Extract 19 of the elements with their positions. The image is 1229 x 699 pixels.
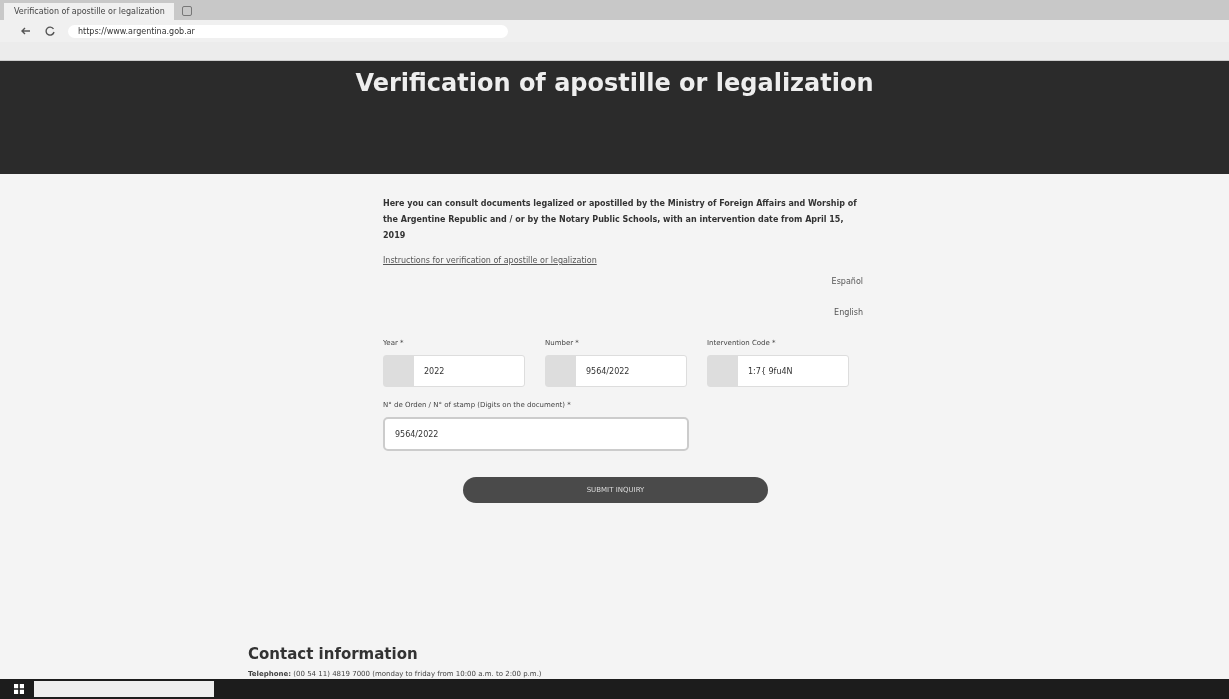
input-field[interactable]: 9564/2022	[383, 417, 689, 451]
page-title: Verification of apostille or legalization	[355, 69, 874, 99]
back-arrow-icon[interactable]	[20, 25, 32, 37]
contact-heading: Contact information	[248, 645, 419, 663]
intro-paragraph: Here you can consult documents legalized or apostilled by the Ministry of Foreign Affairs and Worship of the Argentine Republic and / or by the Notary Public Schools, with an intervention date from April 15, 2019	[383, 198, 858, 242]
input-field[interactable]: 1:7{ 9fu4N	[707, 355, 849, 387]
language-link[interactable]: Español	[831, 277, 863, 286]
windows-start-icon[interactable]	[14, 684, 24, 694]
language-link[interactable]: English	[834, 308, 863, 317]
input-field[interactable]: 9564/2022	[545, 355, 687, 387]
reload-icon[interactable]	[44, 25, 56, 37]
instructions-link[interactable]: Instructions for verification of apostille or legalization	[383, 256, 863, 265]
taskbar-search-field[interactable]	[34, 681, 214, 697]
field-prefix	[546, 356, 576, 386]
field-prefix	[708, 356, 738, 386]
address-field[interactable]: https://www.argentina.gob.ar	[68, 24, 508, 38]
browser-tab[interactable]: Verification of apostille or legalization	[4, 3, 174, 20]
input-field[interactable]: 2022	[383, 355, 525, 387]
field-prefix	[384, 356, 414, 386]
